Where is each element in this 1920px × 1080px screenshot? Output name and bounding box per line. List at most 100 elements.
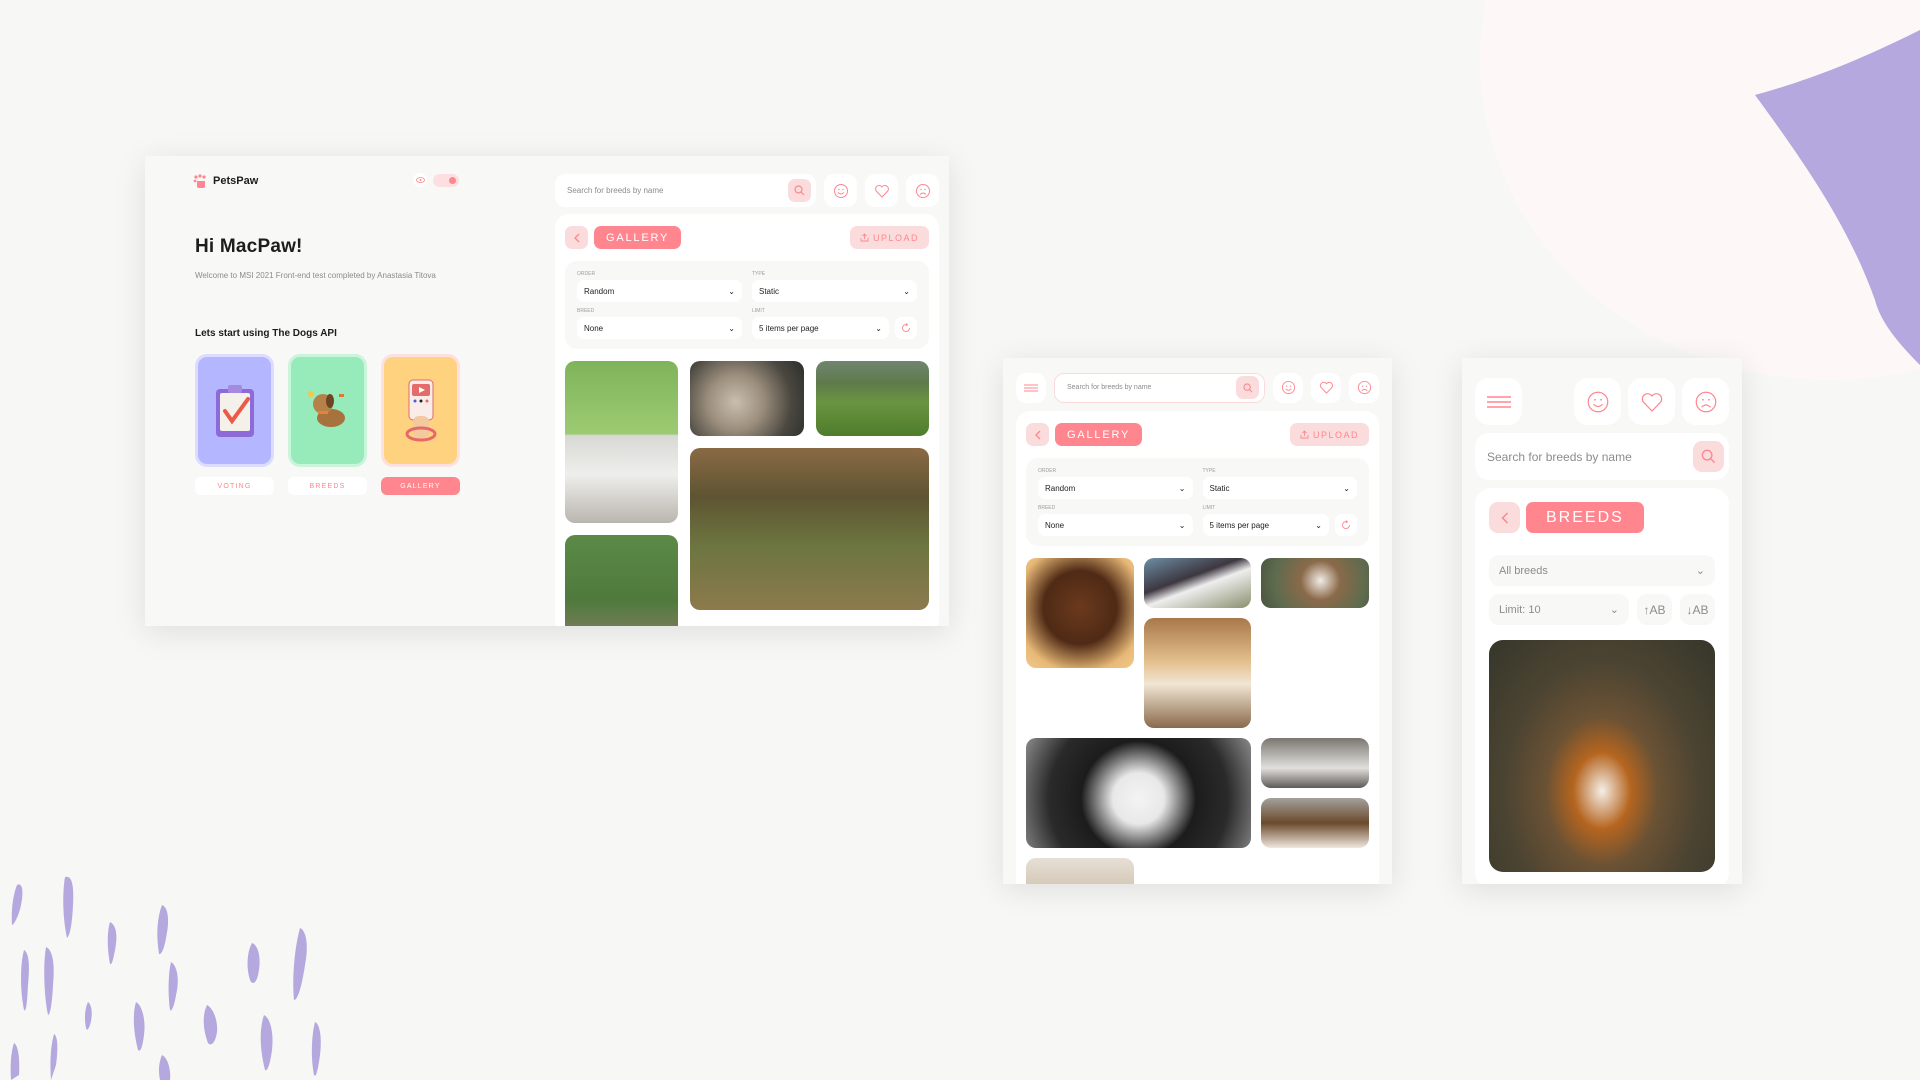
sort-ascending-button[interactable]: ↑AB	[1637, 594, 1672, 625]
smile-icon	[1281, 380, 1295, 395]
type-label: TYPE	[1202, 468, 1216, 474]
smile-icon	[1587, 391, 1608, 412]
nav-card-voting[interactable]: VOTING	[195, 354, 274, 495]
chevron-down-icon: ⌄	[875, 323, 882, 333]
search-icon	[1242, 382, 1252, 392]
gallery-photo[interactable]	[690, 361, 804, 436]
background-blob-purple	[1755, 30, 1920, 365]
chevron-left-icon	[1034, 430, 1040, 439]
upload-button[interactable]: UPLOAD	[1289, 423, 1369, 446]
dislikes-button[interactable]	[1682, 378, 1729, 425]
gallery-photo[interactable]	[1261, 558, 1369, 608]
type-value: Static	[1209, 483, 1230, 493]
theme-toggle[interactable]	[433, 173, 459, 187]
section-title: BREEDS	[1526, 502, 1644, 533]
hamburger-icon	[1486, 395, 1511, 408]
top-bar	[1475, 378, 1729, 425]
search-input[interactable]: Search for breeds by name	[567, 186, 664, 195]
search-button[interactable]	[788, 179, 811, 202]
order-label: ORDER	[1038, 468, 1057, 474]
chevron-left-icon	[573, 233, 579, 242]
upload-icon	[860, 233, 869, 242]
search-input[interactable]: Search for breeds by name	[1487, 450, 1632, 464]
search-icon	[1701, 449, 1716, 464]
nav-button-voting[interactable]: VOTING	[195, 477, 274, 495]
dislikes-button[interactable]	[906, 174, 939, 207]
limit-select-value: Limit: 10	[1499, 603, 1541, 616]
breed-photo[interactable]	[1489, 640, 1715, 872]
breeds-card: BREEDS All breeds ⌄ Limit: 10 ⌄ ↑AB ↓AB	[1475, 488, 1729, 884]
photo-grid	[565, 361, 929, 626]
cta-heading: Lets start using The Dogs API	[195, 328, 337, 339]
sort-desc-icon: ↓AB	[1686, 602, 1709, 617]
gallery-photo[interactable]	[815, 361, 929, 436]
gallery-header: GALLERY UPLOAD	[1026, 423, 1369, 446]
favourites-button[interactable]	[865, 174, 898, 207]
reload-button[interactable]	[895, 317, 917, 339]
likes-button[interactable]	[1273, 372, 1303, 403]
type-select[interactable]: Static ⌄	[752, 280, 917, 302]
phone-video-icon[interactable]	[381, 354, 460, 467]
gallery-photo[interactable]	[1261, 738, 1369, 788]
background-strokes	[10, 876, 321, 1080]
upload-label: UPLOAD	[1312, 429, 1359, 440]
logo[interactable]: PetsPaw	[193, 174, 258, 188]
chevron-down-icon: ⌄	[1178, 483, 1186, 493]
back-button[interactable]	[565, 226, 588, 249]
search-bar[interactable]: Search for breeds by name	[1475, 433, 1729, 480]
nav-card-gallery[interactable]: GALLERY	[381, 354, 460, 495]
nav-button-gallery[interactable]: GALLERY	[381, 477, 460, 495]
gallery-photo[interactable]	[1261, 798, 1369, 848]
filters-panel: ORDER Random ⌄ TYPE Static ⌄ BREED None ⌄ L…	[1026, 458, 1369, 546]
gallery-photo[interactable]	[690, 448, 929, 610]
breed-select[interactable]: All breeds ⌄	[1489, 555, 1715, 586]
gallery-photo[interactable]	[1026, 558, 1134, 668]
favourites-button[interactable]	[1311, 372, 1341, 403]
likes-button[interactable]	[824, 174, 857, 207]
clipboard-check-icon[interactable]	[195, 354, 274, 467]
limit-select[interactable]: 5 items per page ⌄	[1202, 514, 1329, 536]
favourites-button[interactable]	[1628, 378, 1675, 425]
paw-icon	[193, 174, 206, 188]
nav-card-breeds[interactable]: BREEDS	[288, 354, 367, 495]
limit-select[interactable]: Limit: 10 ⌄	[1489, 594, 1629, 625]
gallery-photo[interactable]	[1143, 558, 1252, 608]
search-button[interactable]	[1236, 376, 1259, 399]
gallery-photo[interactable]	[565, 361, 679, 523]
order-select[interactable]: Random ⌄	[1038, 477, 1193, 499]
breed-select[interactable]: None ⌄	[577, 317, 742, 339]
chevron-down-icon: ⌄	[1178, 520, 1186, 530]
tablet-window: Search for breeds by name GALLERY UPLOAD	[1003, 358, 1392, 884]
dislikes-button[interactable]	[1349, 372, 1379, 403]
breed-select[interactable]: None ⌄	[1038, 514, 1193, 536]
search-bar[interactable]: Search for breeds by name	[1054, 372, 1265, 403]
chevron-down-icon: ⌄	[728, 286, 735, 296]
search-button[interactable]	[1693, 441, 1724, 472]
section-title: GALLERY	[594, 226, 682, 249]
upload-label: UPLOAD	[872, 232, 919, 243]
type-select[interactable]: Static ⌄	[1202, 477, 1357, 499]
sort-descending-button[interactable]: ↓AB	[1680, 594, 1715, 625]
gallery-photo[interactable]	[1026, 738, 1252, 848]
breed-label: BREED	[1038, 505, 1056, 511]
gallery-photo[interactable]	[1143, 618, 1252, 728]
limit-select[interactable]: 5 items per page ⌄	[752, 317, 889, 339]
back-button[interactable]	[1026, 423, 1049, 446]
reload-button[interactable]	[1335, 514, 1357, 536]
nav-button-breeds[interactable]: BREEDS	[288, 477, 367, 495]
gallery-photo[interactable]	[565, 535, 679, 626]
search-input[interactable]: Search for breeds by name	[1067, 384, 1151, 391]
limit-label: LIMIT	[752, 308, 765, 314]
menu-button[interactable]	[1475, 378, 1522, 425]
desktop-content: Search for breeds by name GALLERY UPLOAD…	[555, 174, 939, 626]
gallery-photo[interactable]	[1026, 858, 1134, 884]
dog-icon[interactable]	[288, 354, 367, 467]
back-button[interactable]	[1489, 502, 1520, 533]
limit-value: 5 items per page	[1209, 520, 1270, 530]
upload-button[interactable]: UPLOAD	[849, 226, 929, 249]
gallery-header: GALLERY UPLOAD	[565, 226, 929, 249]
likes-button[interactable]	[1574, 378, 1621, 425]
order-select[interactable]: Random ⌄	[577, 280, 742, 302]
search-bar[interactable]: Search for breeds by name	[555, 174, 816, 207]
menu-button[interactable]	[1016, 372, 1046, 403]
